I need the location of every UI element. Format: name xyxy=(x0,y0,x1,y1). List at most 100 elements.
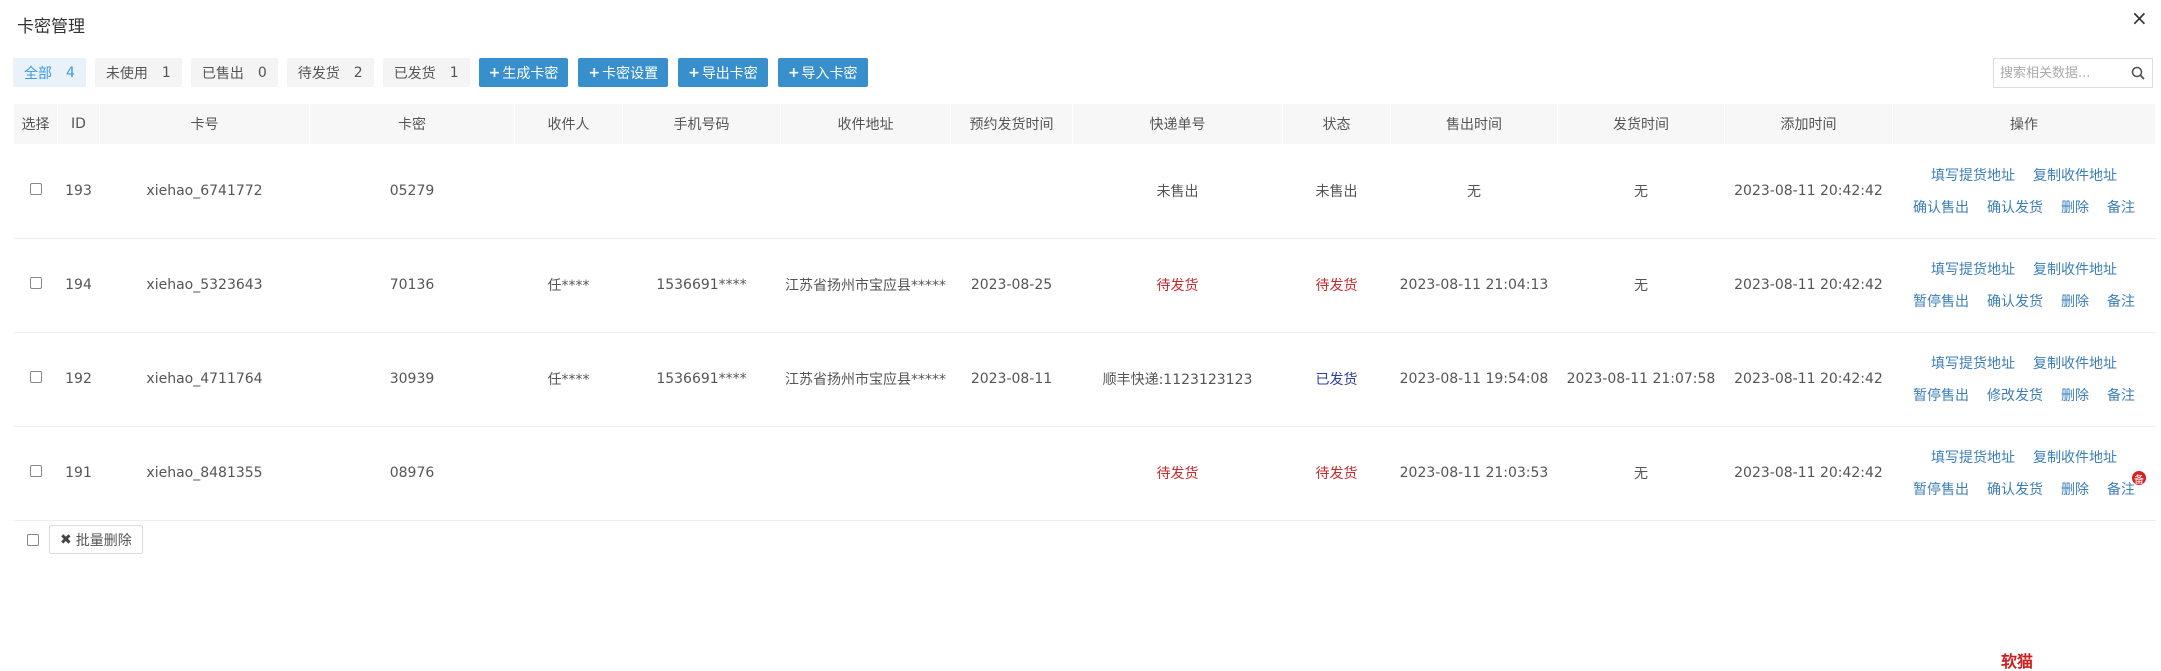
cell-address xyxy=(780,144,951,239)
fill-address-link[interactable]: 填写提货地址 xyxy=(1931,353,2015,373)
cell-phone: 1536691**** xyxy=(622,332,781,427)
cell-tracking: 待发货 xyxy=(1072,426,1283,521)
col-header: 发货时间 xyxy=(1557,104,1725,144)
cell-id: 192 xyxy=(57,332,100,427)
cell-scheduled: 2023-08-11 xyxy=(950,332,1073,427)
cell-address: 江苏省扬州市宝应县***** xyxy=(780,238,951,333)
batch-delete-button[interactable]: ✖ 批量删除 xyxy=(49,525,143,554)
cell-scheduled xyxy=(950,144,1073,239)
copy-address-link[interactable]: 复制收件地址 xyxy=(2033,165,2117,185)
cell-phone xyxy=(622,426,781,521)
toolbar: 全部 4 未使用 1 已售出 0 待发货 2 已发货 1 + 生成卡密 + 卡密设置 + 导出卡… xyxy=(13,58,878,87)
cell-ship-time: 无 xyxy=(1557,144,1725,239)
cell-recipient: 任**** xyxy=(514,238,623,333)
ship-link[interactable]: 确认发货 xyxy=(1987,479,2043,499)
sale-toggle-link[interactable]: 暂停售出 xyxy=(1913,291,1969,311)
sale-toggle-link[interactable]: 暂停售出 xyxy=(1913,479,1969,499)
plus-icon: + xyxy=(588,64,601,81)
plus-icon: + xyxy=(488,64,501,81)
table-row: 192 xiehao_4711764 30939 任**** 1536691**… xyxy=(13,332,2156,427)
delete-link[interactable]: 删除 xyxy=(2061,197,2089,217)
select-all-checkbox[interactable] xyxy=(27,533,39,546)
close-icon[interactable]: × xyxy=(2131,6,2148,30)
cell-phone xyxy=(622,144,781,239)
cell-sold-time: 无 xyxy=(1390,144,1558,239)
cell-status: 已发货 xyxy=(1282,332,1391,427)
copy-address-link[interactable]: 复制收件地址 xyxy=(2033,353,2117,373)
cell-id: 193 xyxy=(57,144,100,239)
copy-address-link[interactable]: 复制收件地址 xyxy=(2033,447,2117,467)
col-header: 手机号码 xyxy=(622,104,781,144)
ship-link[interactable]: 修改发货 xyxy=(1987,385,2043,405)
delete-link[interactable]: 删除 xyxy=(2061,291,2089,311)
cell-status: 待发货 xyxy=(1282,238,1391,333)
page-title: 卡密管理 xyxy=(17,17,85,37)
delete-link[interactable]: 删除 xyxy=(2061,479,2089,499)
cell-add-time: 2023-08-11 20:42:42 xyxy=(1724,332,1893,427)
table-header: 选择 ID 卡号 卡密 收件人 手机号码 收件地址 预约发货时间 快递单号 状态… xyxy=(13,104,2156,144)
cell-tracking: 顺丰快递:1123123123 xyxy=(1072,332,1283,427)
filter-all[interactable]: 全部 4 xyxy=(13,58,86,87)
sale-toggle-link[interactable]: 确认售出 xyxy=(1913,197,1969,217)
x-icon: ✖ xyxy=(60,531,72,548)
cell-ship-time: 2023-08-11 21:07:58 xyxy=(1557,332,1725,427)
cell-scheduled: 2023-08-25 xyxy=(950,238,1073,333)
note-link[interactable]: 备注 xyxy=(2107,385,2135,405)
col-header: 卡号 xyxy=(99,104,310,144)
card-table: 选择 ID 卡号 卡密 收件人 手机号码 收件地址 预约发货时间 快递单号 状态… xyxy=(13,104,2156,521)
cell-add-time: 2023-08-11 20:42:42 xyxy=(1724,426,1893,521)
cell-id: 191 xyxy=(57,426,100,521)
cell-status: 未售出 xyxy=(1282,144,1391,239)
delete-link[interactable]: 删除 xyxy=(2061,385,2089,405)
cell-card-no: xiehao_4711764 xyxy=(99,332,310,427)
sale-toggle-link[interactable]: 暂停售出 xyxy=(1913,385,1969,405)
cell-tracking: 未售出 xyxy=(1072,144,1283,239)
cell-card-no: xiehao_5323643 xyxy=(99,238,310,333)
cell-status: 待发货 xyxy=(1282,426,1391,521)
filter-unused[interactable]: 未使用 1 xyxy=(94,58,182,87)
row-checkbox[interactable] xyxy=(29,465,42,477)
col-header: 状态 xyxy=(1282,104,1391,144)
note-badge: 备 xyxy=(2131,470,2147,486)
note-link[interactable]: 备注 xyxy=(2107,291,2135,311)
fill-address-link[interactable]: 填写提货地址 xyxy=(1931,259,2015,279)
filter-pending[interactable]: 待发货 2 xyxy=(286,58,374,87)
cell-add-time: 2023-08-11 20:42:42 xyxy=(1724,144,1893,239)
card-settings-button[interactable]: + 卡密设置 xyxy=(578,58,669,87)
export-card-button[interactable]: + 导出卡密 xyxy=(678,58,768,87)
col-header: 操作 xyxy=(1892,104,2156,144)
cell-sold-time: 2023-08-11 21:03:53 xyxy=(1390,426,1558,521)
table-row: 193 xiehao_6741772 05279 未售出 未售出 无 无 202… xyxy=(13,144,2156,239)
cell-ship-time: 无 xyxy=(1557,238,1725,333)
ship-link[interactable]: 确认发货 xyxy=(1987,197,2043,217)
fill-address-link[interactable]: 填写提货地址 xyxy=(1931,165,2015,185)
filter-sold[interactable]: 已售出 0 xyxy=(190,58,278,87)
generate-card-button[interactable]: + 生成卡密 xyxy=(478,58,569,87)
row-checkbox[interactable] xyxy=(29,182,42,195)
search-input[interactable] xyxy=(1994,59,2124,87)
cell-sold-time: 2023-08-11 21:04:13 xyxy=(1390,238,1558,333)
cell-card-no: xiehao_6741772 xyxy=(99,144,310,239)
copy-address-link[interactable]: 复制收件地址 xyxy=(2033,259,2117,279)
note-link[interactable]: 备注 xyxy=(2107,197,2135,217)
fill-address-link[interactable]: 填写提货地址 xyxy=(1931,447,2015,467)
note-link[interactable]: 备注备 xyxy=(2107,470,2147,499)
cell-card-pwd: 08976 xyxy=(309,426,515,521)
cell-scheduled xyxy=(950,426,1073,521)
cell-card-pwd: 05279 xyxy=(309,144,515,239)
cell-card-pwd: 70136 xyxy=(309,238,515,333)
import-card-button[interactable]: + 导入卡密 xyxy=(777,58,868,87)
table-row: 194 xiehao_5323643 70136 任**** 1536691**… xyxy=(13,238,2156,333)
cell-ops: 填写提货地址 复制收件地址 暂停售出 确认发货 删除 备注备 xyxy=(1892,426,2156,521)
row-checkbox[interactable] xyxy=(29,371,42,383)
col-header: 预约发货时间 xyxy=(950,104,1073,144)
cell-ship-time: 无 xyxy=(1557,426,1725,521)
row-checkbox[interactable] xyxy=(29,277,42,289)
col-header: 卡密 xyxy=(309,104,515,144)
ship-link[interactable]: 确认发货 xyxy=(1987,291,2043,311)
filter-shipped[interactable]: 已发货 1 xyxy=(382,58,470,87)
cell-phone: 1536691**** xyxy=(622,238,781,333)
cell-ops: 填写提货地址 复制收件地址 确认售出 确认发货 删除 备注 xyxy=(1892,144,2156,239)
search-icon[interactable] xyxy=(2124,59,2152,87)
plus-icon: + xyxy=(688,64,700,81)
